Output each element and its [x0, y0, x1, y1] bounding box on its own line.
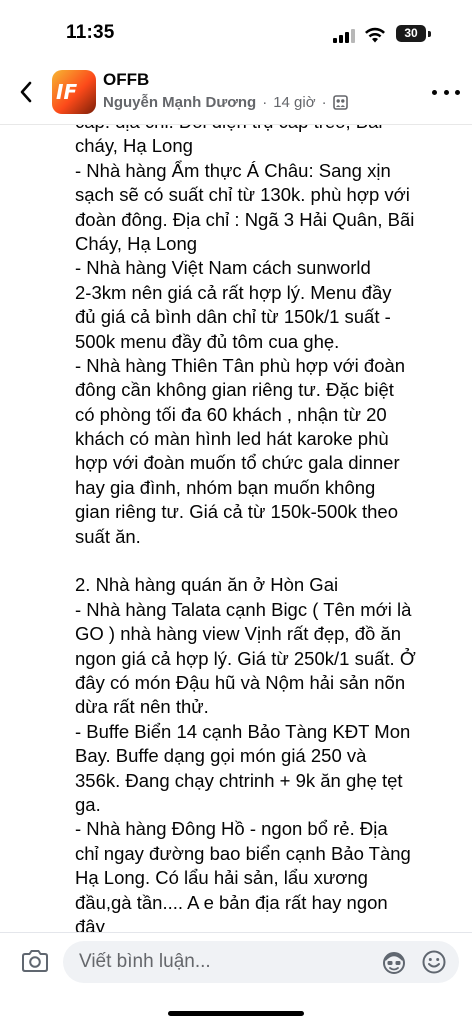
avatar-logo-text: IF — [56, 80, 78, 104]
battery-cap — [428, 31, 431, 37]
post-line: 2. Nhà hàng quán ăn ở Hòn Gai — [75, 574, 339, 596]
post-line: 2-3km nên giá cả rất hợp lý. Menu đầy — [75, 281, 392, 303]
post-line: ga. — [75, 793, 101, 815]
chevron-left-icon — [20, 81, 32, 103]
wifi-icon — [365, 27, 385, 43]
post-line: đủ giá cả bình dân chỉ từ 150k/1 suất - — [75, 306, 391, 328]
meta-separator: · — [321, 94, 327, 111]
post-line: suất ăn. — [75, 525, 141, 547]
group-name[interactable]: OFFB — [103, 70, 149, 90]
post-line: 356k. Đang chạy chtrinh + 9k ăn ghẹ tẹt — [75, 769, 403, 791]
author-name[interactable]: Nguyễn Mạnh Dương — [103, 94, 256, 111]
post-meta: Nguyễn Mạnh Dương · 14 giờ · — [103, 94, 348, 111]
post-line: khách có màn hình led hát karoke phù — [75, 428, 389, 450]
post-line: Cháy, Hạ Long — [75, 232, 198, 254]
post-text: cấp: địa chỉ: Đối diện trụ cấp treo, Bãi… — [75, 124, 455, 932]
post-line: - Nhà hàng Đông Hồ - ngon bổ rẻ. Địa — [75, 818, 388, 840]
battery-indicator: 30 — [396, 25, 426, 42]
post-line: đông cần không gian riêng tư. Đặc biệt — [75, 379, 394, 401]
post-line: đoàn đông. Địa chỉ : Ngã 3 Hải Quân, Bãi — [75, 208, 415, 230]
post-line: có phòng tối đa 60 khách , nhận từ 20 — [75, 403, 387, 425]
post-line: cấp: địa chỉ: Đối diện trụ cấp treo, Bãi — [75, 124, 455, 134]
post-line: hay gia đình, nhóm bạn muốn không — [75, 476, 376, 498]
post-line: sạch sẽ có suất chỉ từ 130k. phù hợp với — [75, 184, 410, 206]
post-line: Bay. Buffe dạng gọi món giá 250 và — [75, 745, 367, 767]
avatar-sticker-icon[interactable] — [381, 949, 407, 975]
scrollbar[interactable] — [460, 124, 464, 932]
group-privacy-icon — [332, 95, 348, 110]
group-avatar[interactable]: IF — [52, 70, 96, 114]
comment-placeholder: Viết bình luận... — [79, 951, 211, 972]
post-line: hợp với đoàn muốn tổ chức gala dinner — [75, 452, 400, 474]
camera-icon[interactable] — [20, 947, 50, 975]
post-line: đây có món Đậu hũ và Nộm hải sản nõn — [75, 671, 406, 693]
post-line: gian riêng tư. Giá cả từ 150k-500k theo — [75, 501, 399, 523]
post-line — [75, 549, 455, 573]
more-icon — [432, 89, 437, 95]
post-line: 500k menu đầy đủ tôm cua ghẹ. — [75, 330, 340, 352]
post-line: GO ) nhà hàng view Vịnh rất đẹp, đồ ăn — [75, 623, 402, 645]
post-line: - Buffe Biển 14 cạnh Bảo Tàng KĐT Mon — [75, 720, 411, 742]
emoji-icon[interactable] — [421, 949, 447, 975]
status-time: 11:35 — [66, 22, 115, 43]
post-line: đầu,gà tần.... A e bản địa rất hay ngon — [75, 891, 388, 913]
post-line: - Nhà hàng Thiên Tân phù hợp với đoàn — [75, 354, 406, 376]
meta-separator: · — [262, 94, 268, 111]
post-time: 14 giờ — [273, 94, 316, 111]
post-line: cháy, Hạ Long — [75, 135, 193, 157]
post-line: dừa rất nên thử. — [75, 696, 209, 718]
post-line: - Nhà hàng Ẩm thực Á Châu: Sang xịn — [75, 159, 391, 181]
post-header: IF OFFB Nguyễn Mạnh Dương · 14 giờ · — [0, 64, 472, 125]
back-button[interactable] — [12, 78, 40, 106]
post-line: Hạ Long. Có lẩu hải sản, lẩu xương — [75, 867, 368, 889]
status-bar: 11:35 30 — [0, 0, 472, 64]
comment-bar: Viết bình luận... — [0, 932, 472, 1025]
post-line: đây — [75, 915, 105, 932]
post-line: chỉ ngay đường bao biển cạnh Bảo Tàng — [75, 842, 411, 864]
more-options-button[interactable] — [432, 82, 460, 102]
home-indicator — [168, 1011, 304, 1016]
post-line: - Nhà hàng Việt Nam cách sunworld — [75, 257, 371, 279]
post-body: cấp: địa chỉ: Đối diện trụ cấp treo, Bãi… — [0, 124, 472, 932]
post-line: ngon giá cả hợp lý. Giá từ 250k/1 suất. … — [75, 647, 416, 669]
comment-input[interactable]: Viết bình luận... — [63, 941, 459, 983]
cellular-signal-icon — [333, 29, 355, 43]
post-line: - Nhà hàng Talata cạnh Bigc ( Tên mới là — [75, 598, 412, 620]
